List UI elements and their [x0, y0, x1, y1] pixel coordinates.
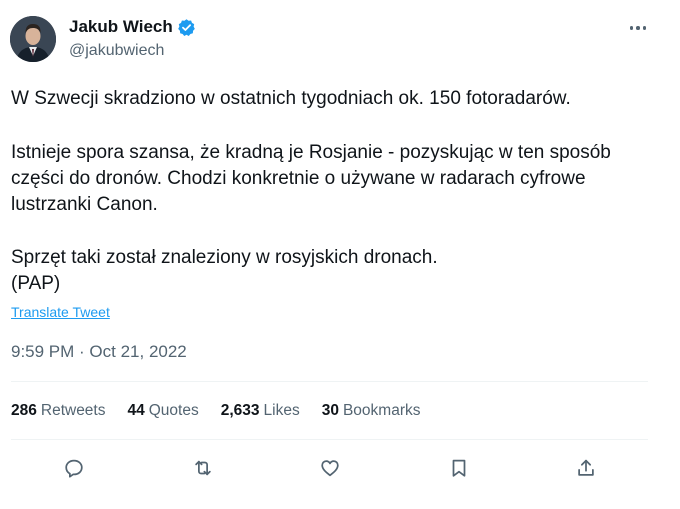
author-handle[interactable]: @jakubwiech: [69, 42, 164, 60]
bookmarks-count: 30: [321, 402, 339, 419]
more-options-icon[interactable]: [622, 18, 654, 38]
reply-icon[interactable]: [61, 455, 87, 481]
bookmarks-stat[interactable]: 30 Bookmarks: [322, 402, 421, 420]
quotes-count: 44: [127, 402, 145, 419]
divider: [11, 381, 648, 382]
divider: [11, 439, 648, 440]
avatar[interactable]: [10, 16, 56, 62]
tweet-text-line: (PAP): [11, 273, 61, 294]
tweet-text-line: części do dronów. Chodzi konkretnie o uż…: [11, 168, 586, 189]
likes-label: Likes: [263, 402, 300, 419]
retweet-icon[interactable]: [190, 455, 216, 481]
tweet-card: Jakub Wiech @jakubwiech W Szwecji skradz…: [0, 0, 680, 509]
translate-tweet-link[interactable]: Translate Tweet: [11, 304, 110, 320]
quotes-stat[interactable]: 44 Quotes: [128, 402, 199, 420]
bookmark-icon[interactable]: [446, 455, 472, 481]
verified-badge-icon: [177, 18, 196, 37]
likes-count: 2,633: [220, 402, 260, 419]
share-icon[interactable]: [573, 455, 599, 481]
display-name[interactable]: Jakub Wiech: [69, 17, 173, 37]
author-name-row[interactable]: Jakub Wiech: [69, 17, 196, 37]
likes-stat[interactable]: 2,633 Likes: [221, 402, 300, 420]
retweets-label: Retweets: [40, 402, 106, 419]
tweet-text-line: W Szwecji skradziono w ostatnich tygodni…: [11, 88, 571, 109]
retweets-count: 286: [11, 402, 37, 419]
person-avatar-icon: [10, 16, 56, 62]
retweets-stat[interactable]: 286 Retweets: [11, 402, 106, 420]
bookmarks-label: Bookmarks: [342, 402, 421, 419]
tweet-timestamp[interactable]: 9:59 PM · Oct 21, 2022: [11, 342, 187, 362]
quotes-label: Quotes: [148, 402, 199, 419]
engagement-stats: 286 Retweets 44 Quotes 2,633 Likes 30 Bo…: [11, 402, 443, 420]
tweet-text-line: lustrzanki Canon.: [11, 194, 158, 215]
tweet-text-line: Sprzęt taki został znaleziony w rosyjski…: [11, 247, 438, 268]
like-icon[interactable]: [317, 455, 343, 481]
tweet-text-line: Istnieje spora szansa, że kradną je Rosj…: [11, 142, 611, 163]
